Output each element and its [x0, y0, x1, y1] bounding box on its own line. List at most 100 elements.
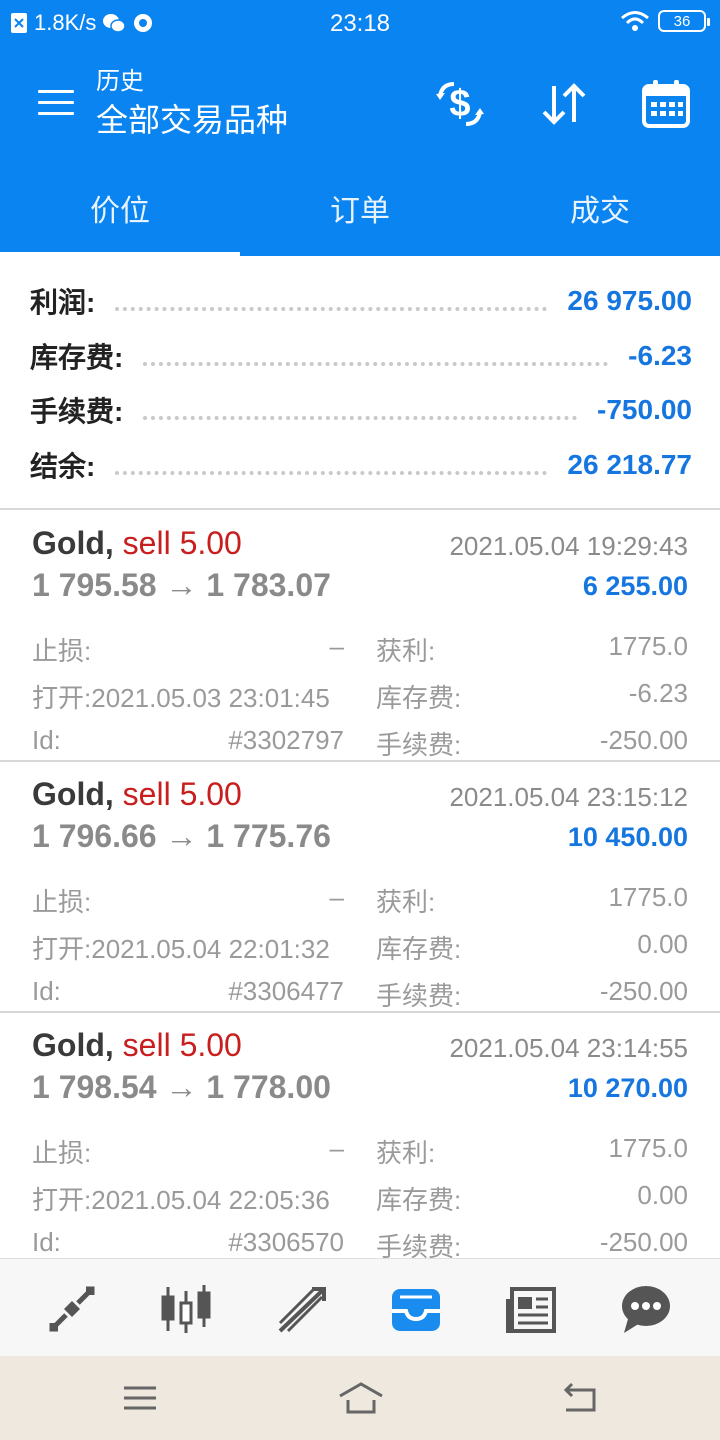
swap-value: 0.00 [637, 929, 688, 959]
chart-icon[interactable] [158, 1281, 214, 1337]
trade-symbol: Gold, [32, 1027, 114, 1063]
swap-value: 0.00 [637, 1180, 688, 1210]
status-bar: 1.8K/s 23:18 36 [0, 0, 720, 50]
summary-value: -6.23 [628, 340, 692, 371]
clock: 23:18 [329, 10, 391, 37]
open-time-value: 2021.05.03 23:01:45 [91, 683, 330, 713]
take-profit-label: 获利: [376, 636, 436, 666]
trade-close-time: 2021.05.04 23:14:55 [449, 1033, 688, 1063]
take-profit-value: 1775.0 [608, 1133, 688, 1163]
stop-loss-value: – [329, 1133, 344, 1163]
trade-icon[interactable] [274, 1281, 330, 1337]
take-profit-value: 1775.0 [608, 882, 688, 912]
quotes-icon[interactable] [44, 1281, 100, 1337]
dotted-leader [115, 471, 548, 475]
trade-item[interactable]: Gold, sell 5.00 2021.05.04 19:29:43 1 79… [0, 511, 720, 762]
trade-title: Gold, sell 5.00 [32, 776, 242, 813]
trade-action: sell 5.00 [122, 776, 242, 812]
summary-row-swap: 库存费: -6.23 [30, 331, 692, 381]
id-label: Id: [32, 976, 61, 1006]
back-icon[interactable] [560, 1378, 600, 1418]
take-profit-label: 获利: [376, 887, 436, 917]
trade-title: Gold, sell 5.00 [32, 525, 242, 562]
stop-loss-label: 止损: [32, 636, 92, 666]
header-titles: 历史 全部交易品种 [96, 66, 288, 142]
calendar-icon[interactable] [638, 76, 694, 132]
take-profit-value: 1775.0 [608, 631, 688, 661]
summary-panel: 利润: 26 975.00 库存费: -6.23 手续费: -750.00 结余… [0, 256, 720, 510]
system-nav-bar [0, 1356, 720, 1440]
trade-prices: 1 796.66 → 1 775.76 [32, 818, 331, 854]
trade-profit: 10 270.00 [567, 1073, 688, 1103]
summary-value: 26 218.77 [567, 449, 692, 480]
summary-value: -750.00 [597, 394, 692, 425]
trade-prices: 1 798.54 → 1 778.00 [32, 1069, 331, 1105]
tab-price[interactable]: 价位 [0, 160, 240, 256]
stop-loss-label: 止损: [32, 1138, 92, 1168]
open-label: 打开:2021.05.04 22:05:36 [32, 1185, 330, 1215]
stop-loss-value: – [329, 631, 344, 661]
summary-label: 库存费: [30, 342, 124, 373]
id-label: Id: [32, 1227, 61, 1257]
trade-details: 止损: – 获利: 1775.0 打开:2021.05.04 22:05:36 … [32, 1125, 688, 1266]
stop-loss-label: 止损: [32, 887, 92, 917]
app-bar: 历史 全部交易品种 $ [0, 50, 720, 160]
take-profit-label: 获利: [376, 1138, 436, 1168]
open-time-value: 2021.05.04 22:01:32 [91, 934, 330, 964]
currency-exchange-icon[interactable]: $ [432, 76, 488, 132]
id-value: #3302797 [228, 725, 344, 755]
tab-deals[interactable]: 成交 [480, 160, 720, 256]
open-label: 打开:2021.05.04 22:01:32 [32, 934, 330, 964]
summary-row-profit: 利润: 26 975.00 [30, 276, 692, 326]
swap-label: 库存费: [376, 683, 462, 713]
summary-label: 利润: [30, 287, 96, 318]
trade-prices: 1 795.58 → 1 783.07 [32, 567, 331, 603]
home-icon[interactable] [338, 1378, 384, 1418]
news-icon[interactable] [504, 1281, 560, 1337]
trade-action: sell 5.00 [122, 1027, 242, 1063]
id-label: Id: [32, 725, 61, 755]
summary-label: 手续费: [30, 396, 124, 427]
svg-text:$: $ [449, 83, 470, 125]
trade-action: sell 5.00 [122, 525, 242, 561]
chat-icon[interactable] [618, 1281, 674, 1337]
battery-indicator: 36 [658, 10, 710, 32]
commission-value: -250.00 [599, 1227, 688, 1257]
open-label: 打开:2021.05.03 23:01:45 [32, 683, 330, 713]
trade-close-time: 2021.05.04 23:15:12 [449, 782, 688, 812]
menu-icon[interactable] [38, 90, 74, 118]
trade-profit: 10 450.00 [567, 822, 688, 852]
wifi-icon [621, 11, 649, 31]
summary-row-balance: 结余: 26 218.77 [30, 440, 692, 490]
commission-value: -250.00 [599, 976, 688, 1006]
trade-title: Gold, sell 5.00 [32, 1027, 242, 1064]
menu-icon[interactable] [120, 1378, 160, 1418]
dotted-leader [115, 307, 548, 311]
swap-value: -6.23 [628, 678, 688, 708]
swap-label: 库存费: [376, 934, 462, 964]
dotted-leader [143, 416, 578, 420]
summary-value: 26 975.00 [567, 285, 692, 316]
history-icon[interactable] [388, 1281, 444, 1337]
stop-loss-value: – [329, 882, 344, 912]
page-subtitle: 历史 [96, 68, 144, 95]
page-title[interactable]: 全部交易品种 [96, 98, 288, 142]
trade-symbol: Gold, [32, 776, 114, 812]
trade-symbol: Gold, [32, 525, 114, 561]
open-time-value: 2021.05.04 22:05:36 [91, 1185, 330, 1215]
sort-icon[interactable] [536, 76, 592, 132]
summary-row-commission: 手续费: -750.00 [30, 385, 692, 435]
trade-details: 止损: – 获利: 1775.0 打开:2021.05.04 22:01:32 … [32, 874, 688, 1015]
trade-item[interactable]: Gold, sell 5.00 2021.05.04 23:14:55 1 79… [0, 1013, 720, 1264]
trade-details: 止损: – 获利: 1775.0 打开:2021.05.03 23:01:45 … [32, 623, 688, 764]
dotted-leader [143, 362, 609, 366]
tab-orders[interactable]: 订单 [240, 160, 480, 256]
commission-value: -250.00 [599, 725, 688, 755]
trade-profit: 6 255.00 [582, 571, 688, 601]
commission-label: 手续费: [376, 981, 462, 1011]
bottom-nav [0, 1258, 720, 1356]
summary-label: 结余: [30, 451, 96, 482]
commission-label: 手续费: [376, 730, 462, 760]
swap-label: 库存费: [376, 1185, 462, 1215]
trade-item[interactable]: Gold, sell 5.00 2021.05.04 23:15:12 1 79… [0, 762, 720, 1013]
